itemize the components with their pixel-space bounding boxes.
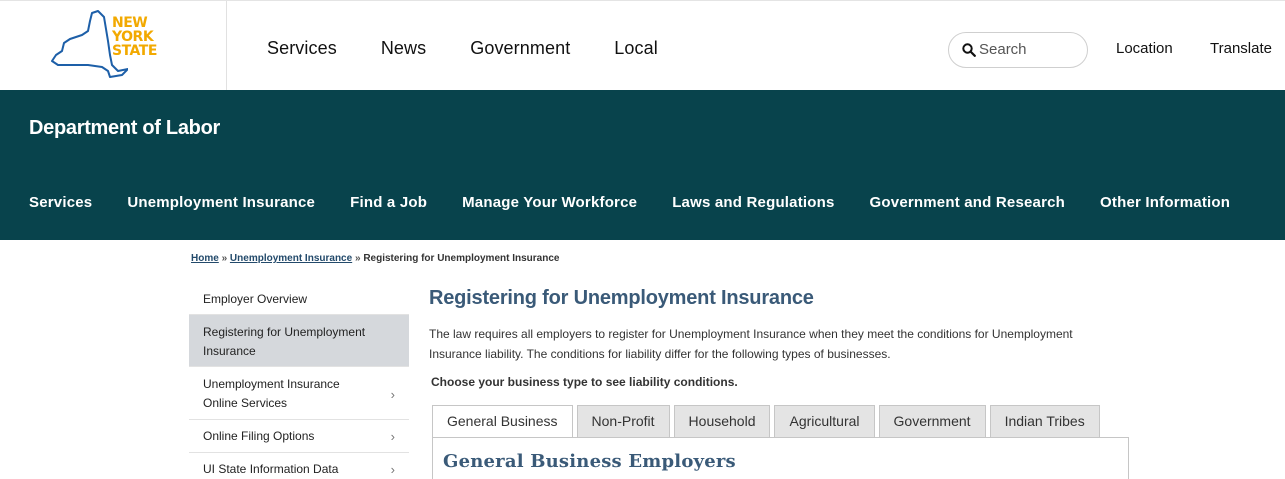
agency-nav-manage-your-workforce[interactable]: Manage Your Workforce [462, 194, 637, 211]
sidebar-item-employer-overview[interactable]: Employer Overview [189, 282, 409, 315]
breadcrumb-separator: » [354, 253, 361, 264]
choose-business-type-prompt: Choose your business type to see liabili… [431, 375, 738, 389]
breadcrumb-separator: » [221, 253, 228, 264]
sidebar-nav: Employer Overview Registering for Unempl… [189, 282, 409, 479]
sidebar-item-label: Online Filing Options [203, 429, 315, 443]
nys-logo[interactable]: NEW YORK STATE [0, 1, 227, 91]
logo-line-new: NEW [112, 15, 148, 31]
sidebar-item-label: UI State Information Data [203, 462, 339, 476]
chevron-right-icon: › [390, 429, 395, 444]
page-title: Registering for Unemployment Insurance [429, 287, 814, 309]
sidebar-item-registering[interactable]: Registering for Unemployment Insurance [189, 315, 409, 367]
agency-nav-unemployment-insurance[interactable]: Unemployment Insurance [127, 194, 315, 211]
global-nav-services[interactable]: Services [267, 38, 337, 59]
sidebar-item-label: Registering for Unemployment Insurance [203, 325, 366, 358]
agency-nav: Services Unemployment Insurance Find a J… [29, 194, 1230, 211]
tab-indian-tribes[interactable]: Indian Tribes [989, 405, 1100, 437]
sidebar-item-online-services[interactable]: Unemployment Insurance Online Services › [189, 367, 409, 420]
search-box[interactable] [948, 32, 1088, 68]
tab-household[interactable]: Household [673, 405, 771, 437]
global-nav-government[interactable]: Government [470, 38, 570, 59]
chevron-right-icon: › [390, 387, 395, 402]
translate-link[interactable]: Translate [1210, 40, 1272, 57]
search-icon[interactable] [962, 43, 976, 57]
tab-government[interactable]: Government [878, 405, 986, 437]
tab-agricultural[interactable]: Agricultural [774, 405, 875, 437]
agency-nav-government-and-research[interactable]: Government and Research [870, 194, 1066, 211]
tab-non-profit[interactable]: Non-Profit [576, 405, 670, 437]
agency-header [0, 90, 1285, 240]
breadcrumb: Home » Unemployment Insurance » Register… [191, 253, 559, 264]
breadcrumb-home[interactable]: Home [191, 253, 219, 264]
global-nav: Services News Government Local [267, 38, 658, 59]
breadcrumb-unemployment-insurance[interactable]: Unemployment Insurance [230, 253, 352, 264]
sidebar-item-label: Unemployment Insurance Online Services [203, 377, 340, 410]
tab-general-business[interactable]: General Business [432, 405, 573, 438]
agency-nav-other-information[interactable]: Other Information [1100, 194, 1230, 211]
logo-line-state: STATE [112, 43, 157, 59]
panel-title: General Business Employers [443, 451, 736, 472]
location-link[interactable]: Location [1116, 40, 1173, 57]
sidebar-item-ui-state-information-data[interactable]: UI State Information Data › [189, 453, 409, 479]
global-nav-local[interactable]: Local [614, 38, 658, 59]
logo-line-york: YORK [112, 29, 154, 45]
sidebar-item-label: Employer Overview [203, 292, 308, 306]
agency-nav-laws-and-regulations[interactable]: Laws and Regulations [672, 194, 834, 211]
logo-wordmark: NEW YORK STATE [112, 16, 157, 58]
search-input[interactable] [979, 41, 1079, 58]
chevron-right-icon: › [390, 462, 395, 477]
global-nav-news[interactable]: News [381, 38, 426, 59]
breadcrumb-current: Registering for Unemployment Insurance [363, 253, 560, 264]
agency-title[interactable]: Department of Labor [29, 117, 220, 140]
business-type-tabs: General Business Non-Profit Household Ag… [432, 405, 1100, 438]
agency-nav-find-a-job[interactable]: Find a Job [350, 194, 427, 211]
intro-paragraph: The law requires all employers to regist… [429, 327, 1073, 361]
agency-nav-services[interactable]: Services [29, 194, 92, 211]
sidebar-item-online-filing-options[interactable]: Online Filing Options › [189, 420, 409, 453]
global-header: NEW YORK STATE Services News Government … [0, 0, 1285, 91]
